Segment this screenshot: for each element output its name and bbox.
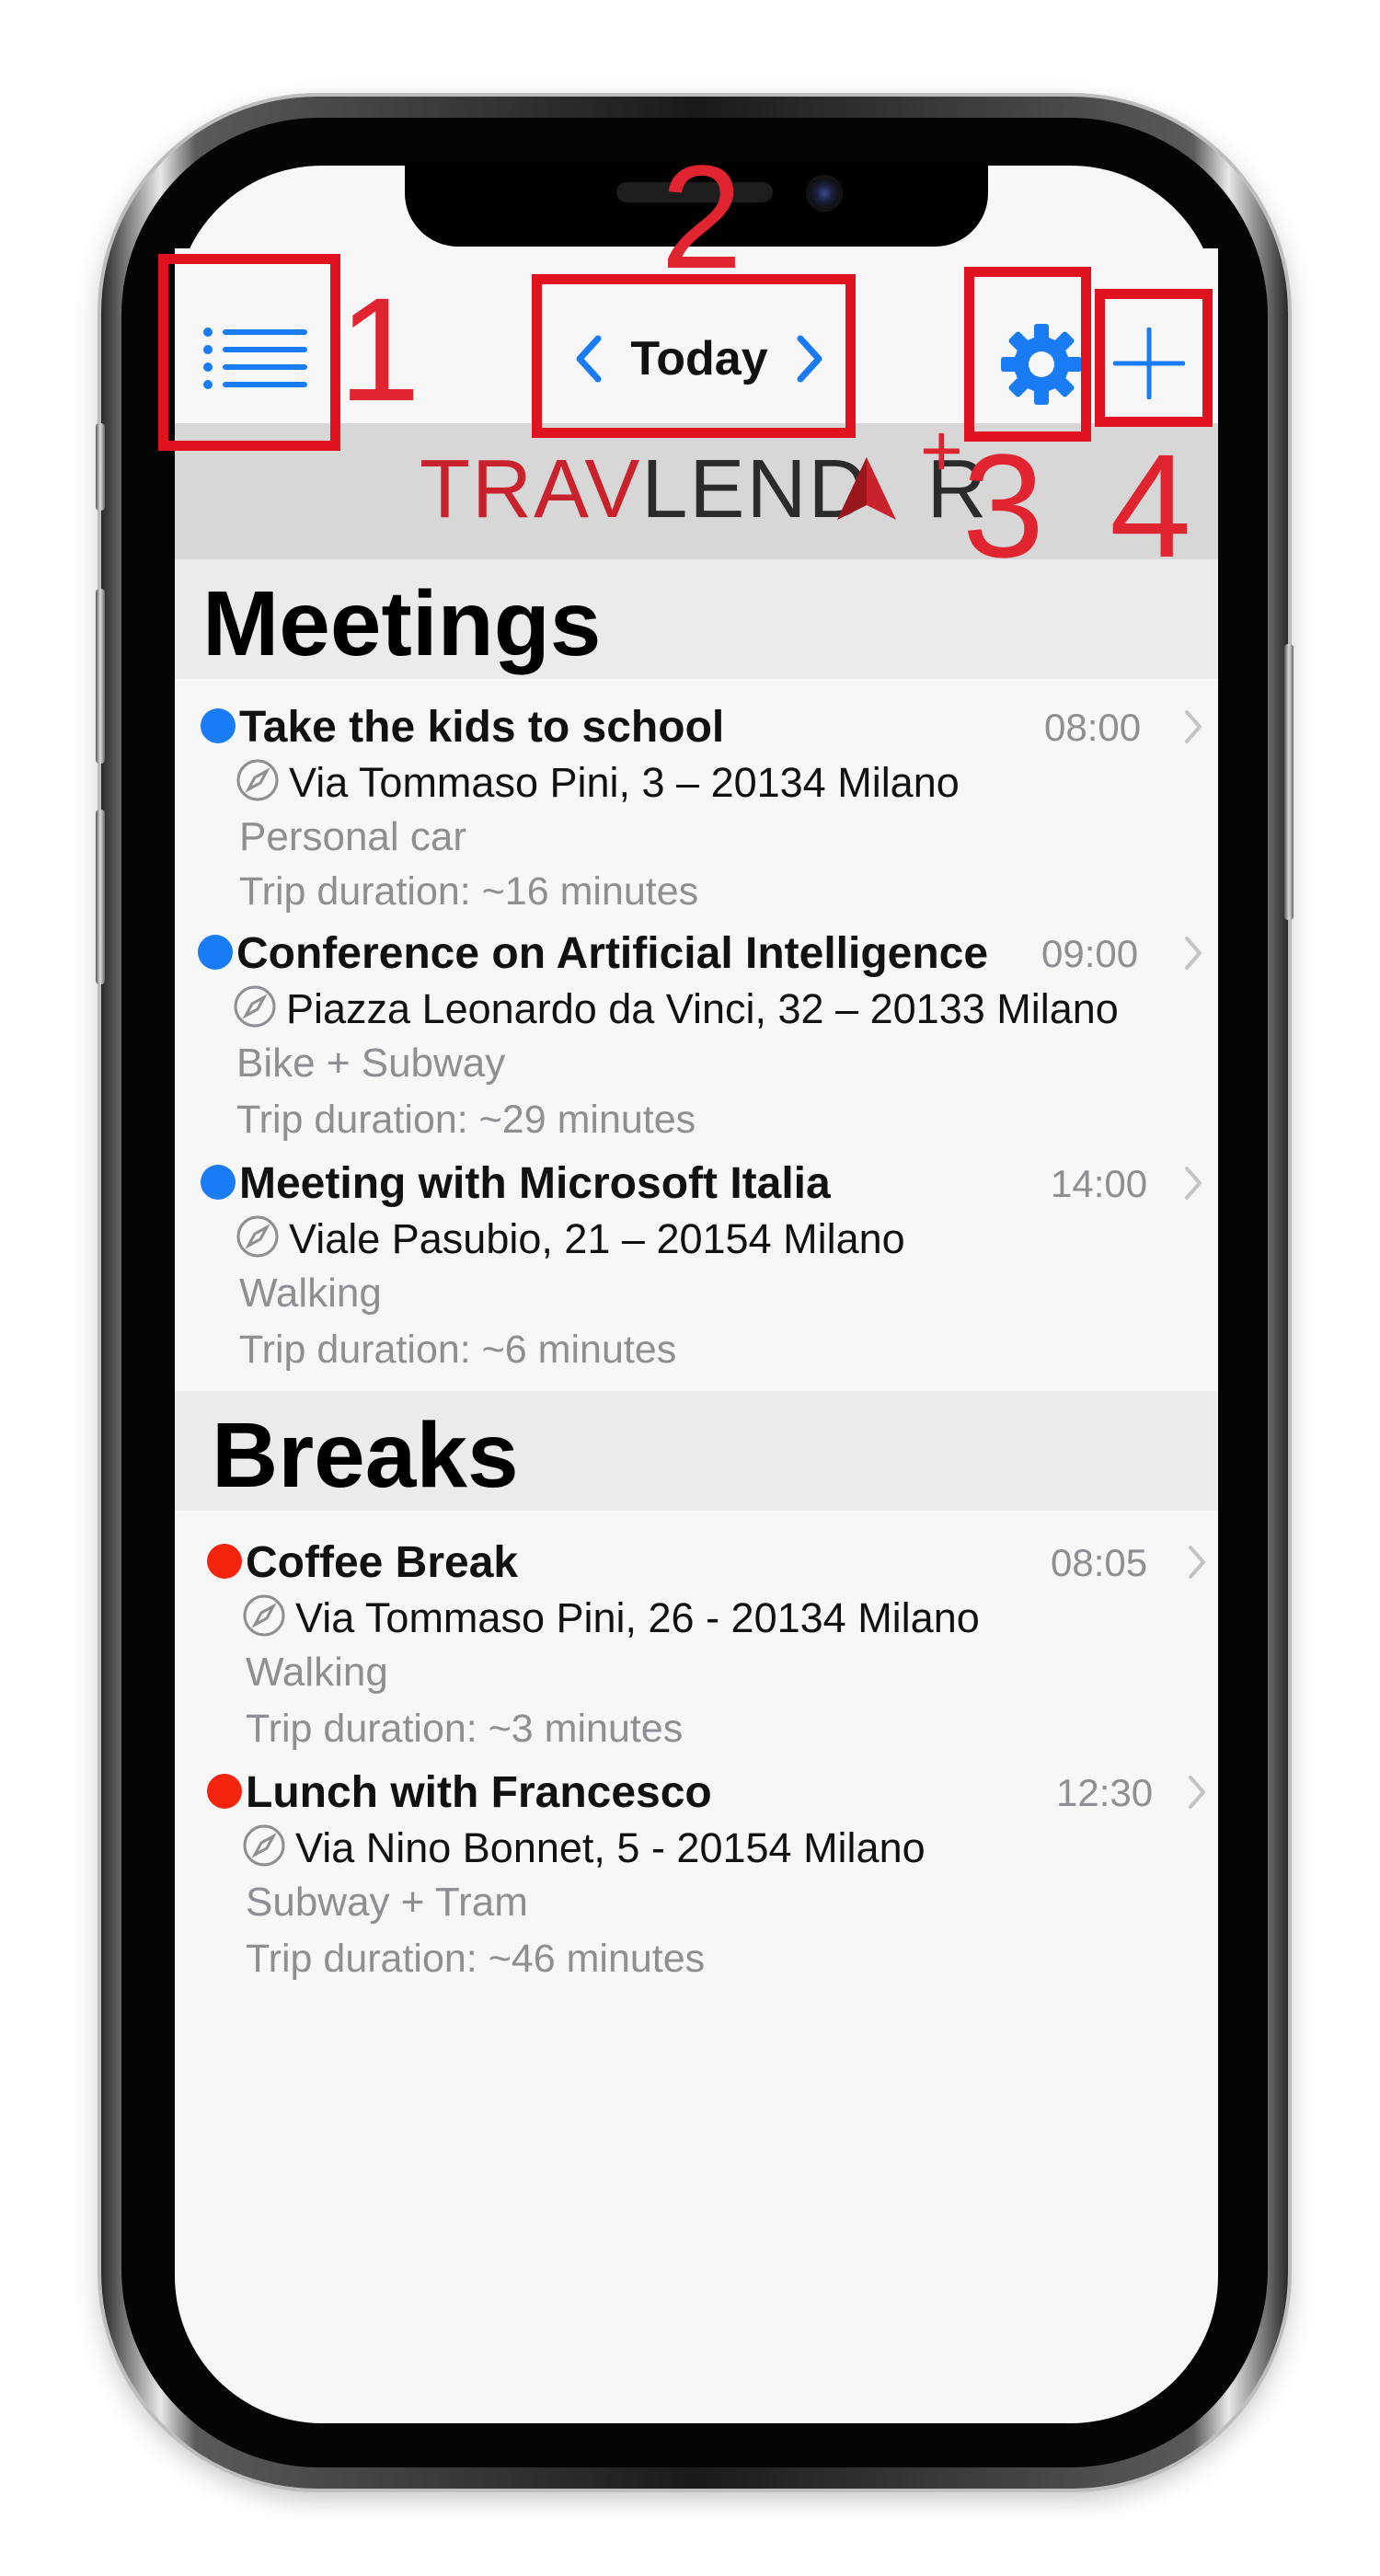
section-title-breaks: Breaks [212,1404,519,1507]
chevron-right-icon [1189,1776,1206,1809]
event-address: Via Tommaso Pini, 3 – 20134 Milano [289,759,960,806]
event-title: Conference on Artificial Intelligence [236,929,989,978]
event-title: Lunch with Francesco [246,1768,712,1817]
volume-down-button [96,810,105,984]
event-transport-mode: Personal car [239,814,467,859]
annotation-label-4: 4 [1110,423,1191,588]
event-address: Via Tommaso Pini, 26 - 20134 Milano [295,1594,980,1641]
event-title: Coffee Break [246,1538,519,1587]
chevron-right-icon [1185,710,1202,743]
chevron-right-icon [1189,1546,1206,1579]
annotation-box-4 [1095,289,1213,427]
compass-icon [236,759,279,801]
event-row[interactable]: Coffee Break 08:05 Via Tommaso Pini, 26 … [175,1527,1218,1757]
event-title: Meeting with Microsoft Italia [239,1159,831,1208]
annotation-label-3: 3 [962,423,1044,588]
event-address: Viale Pasubio, 21 – 20154 Milano [289,1215,905,1262]
volume-up-button [96,589,105,764]
event-dot [198,935,233,970]
compass-icon [234,985,276,1028]
event-row[interactable]: Meeting with Microsoft Italia 14:00 Vial… [175,1148,1218,1378]
event-transport-mode: Bike + Subway [236,1041,506,1086]
event-time: 14:00 [1051,1162,1148,1205]
event-dot [201,708,236,743]
event-dot [207,1544,242,1579]
event-time: 09:00 [1041,932,1139,975]
event-time: 08:05 [1051,1541,1148,1584]
logo-arrow-icon [837,457,896,520]
annotation-label-2: 2 [661,134,742,299]
event-address: Via Nino Bonnet, 5 - 20154 Milano [295,1824,926,1871]
section-title-meetings: Meetings [202,572,602,675]
event-trip-duration: Trip duration: ~6 minutes [239,1328,677,1372]
event-address: Piazza Leonardo da Vinci, 32 – 20133 Mil… [286,985,1119,1032]
annotation-label-1: 1 [339,267,420,431]
event-trip-duration: Trip duration: ~16 minutes [239,869,699,914]
compass-icon [243,1594,285,1637]
event-row[interactable]: Take the kids to school 08:00 Via Tommas… [175,690,1218,920]
event-trip-duration: Trip duration: ~29 minutes [236,1098,696,1142]
event-transport-mode: Walking [246,1650,388,1695]
chevron-right-icon [1185,937,1202,970]
event-dot [201,1165,236,1200]
mute-switch [96,423,105,511]
front-camera [806,175,843,212]
event-time: 12:30 [1056,1771,1154,1814]
travlendar-logo: TRAVLENDAR [420,443,989,535]
annotation-box-1 [158,254,340,451]
event-transport-mode: Walking [239,1271,382,1316]
event-transport-mode: Subway + Tram [246,1880,528,1925]
event-trip-duration: Trip duration: ~46 minutes [246,1937,706,1981]
chevron-right-icon [1185,1167,1202,1200]
event-dot [207,1774,242,1809]
compass-icon [243,1824,285,1867]
event-trip-duration: Trip duration: ~3 minutes [246,1707,684,1751]
event-row[interactable]: Conference on Artificial Intelligence 09… [175,918,1218,1148]
event-row[interactable]: Lunch with Francesco 12:30 Via Nino Bonn… [175,1757,1218,1987]
power-button [1284,644,1294,920]
logo-plus: + [920,409,963,491]
compass-icon [236,1215,279,1258]
event-time: 08:00 [1044,706,1142,749]
event-title: Take the kids to school [239,703,725,752]
annotation-box-3 [964,267,1091,442]
